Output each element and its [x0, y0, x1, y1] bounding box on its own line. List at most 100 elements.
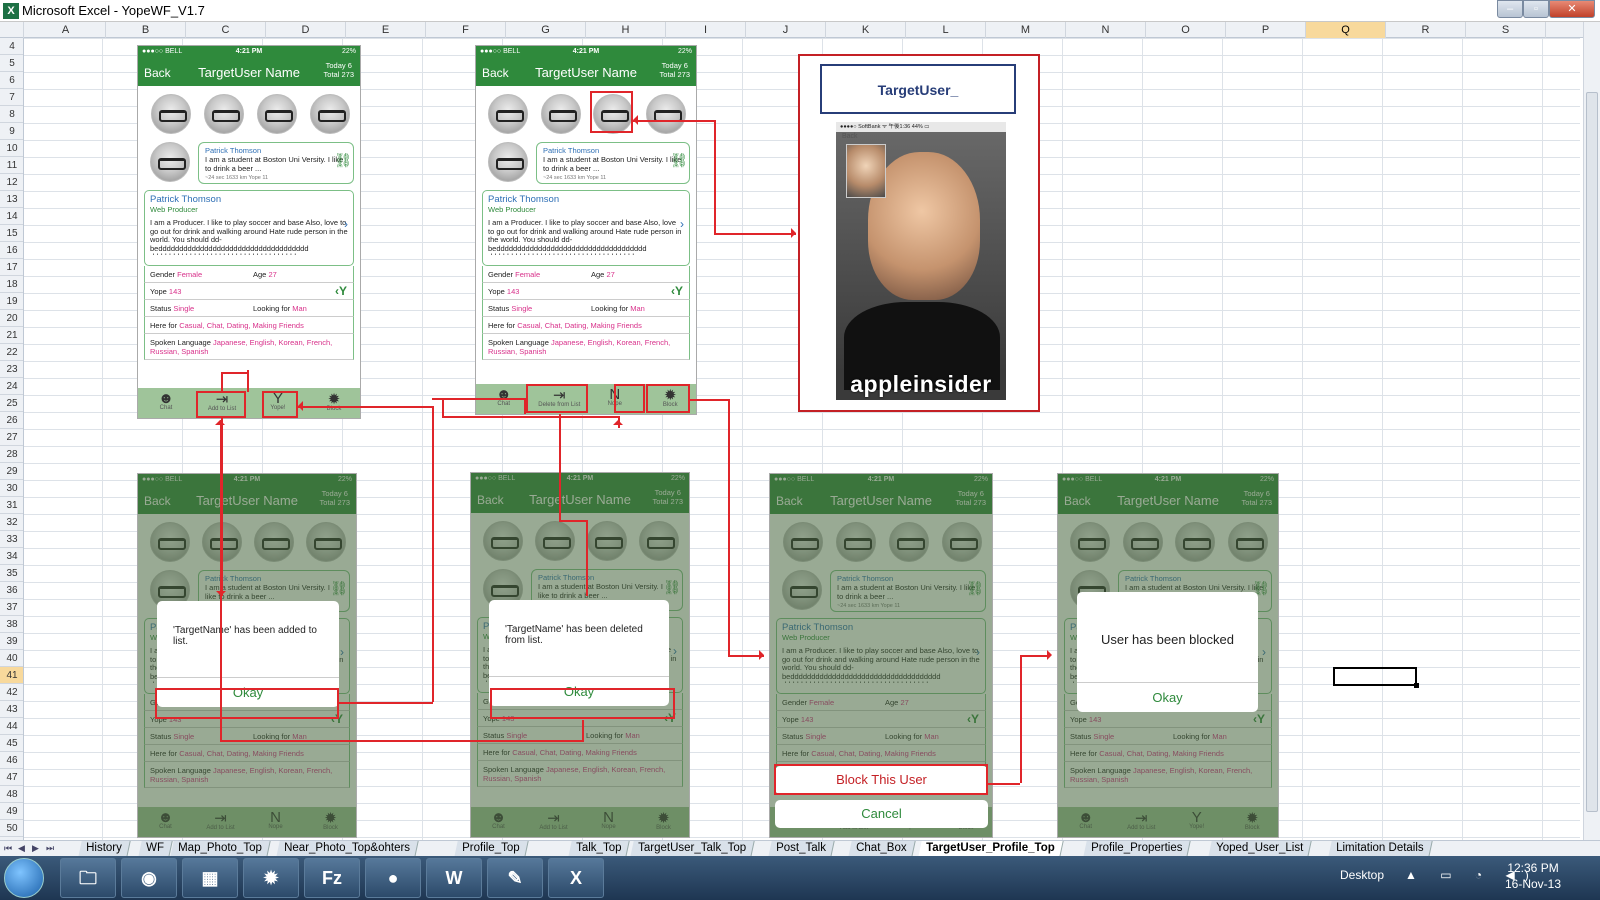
row-header[interactable]: 42	[0, 684, 23, 701]
row-header[interactable]: 20	[0, 310, 23, 327]
message-row[interactable]: Patrick ThomsonI am a student at Boston …	[138, 138, 360, 190]
row-header[interactable]: 6	[0, 72, 23, 89]
avatar-photo[interactable]	[309, 94, 350, 134]
clock[interactable]: 12:36 PM 16-Nov-13	[1505, 860, 1561, 892]
avatar-photo[interactable]	[256, 94, 297, 134]
column-header[interactable]: H	[586, 22, 666, 38]
sheet-tab[interactable]: WF	[138, 841, 173, 857]
restore-button[interactable]: ▫	[1523, 0, 1549, 18]
row-header[interactable]: 48	[0, 786, 23, 803]
row-header[interactable]: 41	[0, 667, 23, 684]
row-header[interactable]: 13	[0, 191, 23, 208]
column-header[interactable]: O	[1146, 22, 1226, 38]
column-header[interactable]: B	[106, 22, 186, 38]
link-icon[interactable]: ⛓	[334, 152, 352, 169]
column-header[interactable]: N	[1066, 22, 1146, 38]
okay-button[interactable]: Okay	[1077, 682, 1258, 712]
scroll-thumb[interactable]	[1586, 92, 1598, 812]
first-sheet-icon[interactable]: ⏮	[4, 843, 12, 854]
row-header[interactable]: 21	[0, 327, 23, 344]
row-header[interactable]: 19	[0, 293, 23, 310]
row-header[interactable]: 28	[0, 446, 23, 463]
last-sheet-icon[interactable]: ⏭	[46, 843, 54, 854]
word-taskbar-icon[interactable]: W	[426, 858, 482, 898]
column-header[interactable]: E	[346, 22, 426, 38]
folder-taskbar-icon[interactable]: 🗀	[60, 858, 116, 898]
row-header[interactable]: 46	[0, 752, 23, 769]
row-header[interactable]: 40	[0, 650, 23, 667]
sheet-tab[interactable]: Near_Photo_Top&ohters	[276, 841, 419, 857]
excel-taskbar-icon[interactable]: X	[548, 858, 604, 898]
message-row[interactable]: Patrick ThomsonI am a student at Boston …	[476, 138, 696, 190]
profile-card[interactable]: Patrick ThomsonWeb Producer I am a Produc…	[144, 190, 354, 266]
chat-tab[interactable]: ☻Chat	[480, 386, 528, 407]
sheet-tab[interactable]: Post_Talk	[768, 841, 835, 857]
filezilla-taskbar-icon[interactable]: Fz	[304, 858, 360, 898]
row-header[interactable]: 26	[0, 412, 23, 429]
row-header[interactable]: 15	[0, 225, 23, 242]
column-header[interactable]: S	[1466, 22, 1546, 38]
column-header[interactable]: L	[906, 22, 986, 38]
row-header[interactable]: 32	[0, 514, 23, 531]
column-header[interactable]: D	[266, 22, 346, 38]
avatar-photo[interactable]	[540, 94, 581, 134]
row-header[interactable]: 38	[0, 616, 23, 633]
row-header[interactable]: 9	[0, 123, 23, 140]
sheet-tab[interactable]: History	[78, 841, 131, 857]
sheet-tab[interactable]: Profile_Properties	[1083, 841, 1192, 857]
row-header[interactable]: 16	[0, 242, 23, 259]
row-header[interactable]: 30	[0, 480, 23, 497]
row-header[interactable]: 49	[0, 803, 23, 820]
row-header[interactable]: 31	[0, 497, 23, 514]
start-button[interactable]	[4, 858, 44, 898]
row-header[interactable]: 34	[0, 548, 23, 565]
row-header[interactable]: 23	[0, 361, 23, 378]
column-header[interactable]: M	[986, 22, 1066, 38]
column-header[interactable]: P	[1226, 22, 1306, 38]
settings-taskbar-icon[interactable]: ✹	[243, 858, 299, 898]
avatar-photo[interactable]	[150, 94, 191, 134]
row-header[interactable]: 39	[0, 633, 23, 650]
row-header[interactable]: 33	[0, 531, 23, 548]
profile-card[interactable]: Patrick ThomsonWeb Producer I am a Produc…	[482, 190, 690, 266]
row-header[interactable]: 27	[0, 429, 23, 446]
row-header[interactable]: 50	[0, 820, 23, 837]
sheet-tab[interactable]: Yoped_User_List	[1208, 841, 1312, 857]
yope-icon[interactable]: ‹Y	[335, 283, 347, 300]
firefox-taskbar-icon[interactable]: ●	[365, 858, 421, 898]
column-header[interactable]: J	[746, 22, 826, 38]
vertical-scrollbar[interactable]	[1583, 22, 1600, 840]
sheet-tab[interactable]: TargetUser_Profile_Top	[918, 841, 1064, 857]
row-header[interactable]: 37	[0, 599, 23, 616]
sheet-tab[interactable]: Talk_Top	[568, 841, 631, 857]
column-header[interactable]: Q	[1306, 22, 1386, 38]
row-header[interactable]: 5	[0, 55, 23, 72]
minimize-button[interactable]: –	[1497, 0, 1523, 18]
column-header[interactable]: A	[26, 22, 106, 38]
column-header[interactable]: I	[666, 22, 746, 38]
row-header[interactable]: 7	[0, 89, 23, 106]
sheet-tab[interactable]: Chat_Box	[848, 841, 916, 857]
row-header[interactable]: 18	[0, 276, 23, 293]
apps-taskbar-icon[interactable]: ▦	[182, 858, 238, 898]
row-header[interactable]: 44	[0, 718, 23, 735]
close-button[interactable]: ✕	[1549, 0, 1595, 18]
paint-taskbar-icon[interactable]: ✎	[487, 858, 543, 898]
sheet-tab[interactable]: Limitation Details	[1328, 841, 1433, 857]
select-all-corner[interactable]	[0, 22, 24, 38]
row-header[interactable]: 8	[0, 106, 23, 123]
row-header[interactable]: 4	[0, 38, 23, 55]
row-header[interactable]: 17	[0, 259, 23, 276]
yope-icon[interactable]: ‹Y	[671, 283, 683, 300]
column-header[interactable]: K	[826, 22, 906, 38]
chat-tab[interactable]: ☻Chat	[142, 390, 190, 411]
row-header[interactable]: 22	[0, 344, 23, 361]
link-icon[interactable]: ⛓	[670, 152, 688, 169]
sheet-tab[interactable]: TargetUser_Talk_Top	[630, 841, 755, 857]
next-sheet-icon[interactable]: ▶	[32, 843, 39, 854]
sheet-tab[interactable]: Profile_Top	[454, 841, 529, 857]
row-header[interactable]: 11	[0, 157, 23, 174]
desktop-label[interactable]: Desktop	[1340, 868, 1384, 882]
row-header[interactable]: 43	[0, 701, 23, 718]
selected-cell[interactable]	[1333, 667, 1419, 688]
